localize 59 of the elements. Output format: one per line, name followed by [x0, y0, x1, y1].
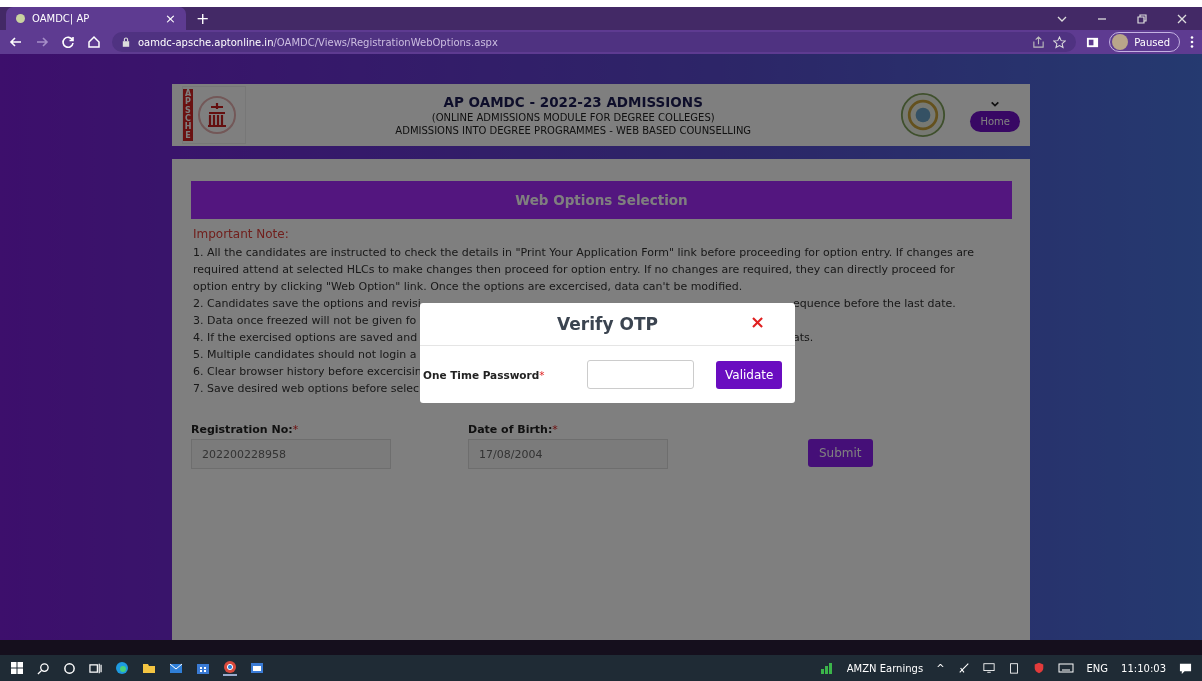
side-panel-icon[interactable] [1086, 35, 1100, 49]
stock-chart-icon [819, 661, 834, 675]
header-subtitle: (ONLINE ADMISSIONS MODULE FOR DEGREE COLLEGES) [430, 112, 716, 123]
keyboard-icon[interactable] [1057, 662, 1074, 674]
store-icon[interactable] [196, 661, 210, 675]
address-text: oamdc-apsche.aptonline.in/OAMDC/Views/RegistrationWebOptions.aspx [138, 36, 498, 48]
header-title: AP OAMDC - 2022-23 ADMISSIONS [442, 94, 704, 110]
new-tab-button[interactable]: + [196, 9, 210, 28]
close-button[interactable]: × [749, 311, 765, 332]
folder-icon[interactable] [142, 661, 156, 675]
header-tagline: ADMISSIONS INTO DEGREE PROGRAMMES - WEB BASED COUNSELLING [394, 125, 753, 136]
monitor-icon[interactable] [982, 662, 995, 674]
note-text: 1. All the candidates are instructed to check the details in "Print Your Application Form" link before proceeding for option entry. If changes are required attend at selected HLCs to make changes then proceed for option entry. If no changes are required, they can directly proceed for option entry by clicking "Web Option" link. Once the options are excercised, data can't be modified. [192, 245, 975, 295]
note-text: 4. If the exercised options are saved and [193, 330, 416, 346]
notification-icon[interactable] [1179, 661, 1192, 675]
site-favicon-icon [16, 14, 25, 23]
share-icon[interactable] [1032, 35, 1046, 49]
forward-arrow-icon[interactable] [35, 35, 49, 49]
task-view-icon[interactable] [89, 661, 102, 675]
edge-browser-icon[interactable] [115, 661, 129, 675]
mail-icon[interactable] [169, 661, 183, 675]
tray-caret[interactable]: ^ [936, 662, 945, 674]
avatar-icon [1112, 34, 1129, 50]
search-icon[interactable] [37, 661, 50, 675]
star-icon[interactable] [1053, 35, 1067, 49]
state-emblem-icon [900, 92, 947, 138]
lock-icon [122, 37, 130, 47]
shield-icon[interactable] [1032, 662, 1045, 674]
address-bar[interactable]: oamdc-apsche.aptonline.in/OAMDC/Views/RegistrationWebOptions.aspx [112, 32, 1077, 52]
note-text: 5. Multiple candidates should not login a [193, 347, 416, 363]
note-text: equence before the last date. [793, 296, 957, 312]
circle-icon[interactable] [63, 661, 76, 675]
close-tab-button[interactable]: × [165, 11, 176, 26]
news-text[interactable]: AMZN Earnings [846, 662, 924, 674]
menu-icon[interactable] [1190, 35, 1194, 49]
tab-title: OAMDC| AP [32, 13, 91, 24]
note-heading: Important Note: [192, 227, 290, 241]
otp-input-field[interactable] [587, 360, 694, 389]
chrome-browser-icon[interactable] [223, 660, 237, 676]
browser-tab[interactable]: OAMDC| AP × [6, 7, 186, 30]
home-icon[interactable] [87, 35, 101, 49]
close-icon[interactable] [1176, 12, 1188, 25]
logo-letters: APSCHE [183, 88, 193, 142]
app-window-icon[interactable] [250, 661, 264, 675]
windows-start-icon[interactable] [10, 661, 24, 675]
field-label: Date of Birth:* [468, 423, 559, 436]
validate-button[interactable]: Validate [716, 360, 783, 389]
pillars-emblem-icon [197, 95, 237, 135]
language-indicator[interactable]: ENG [1086, 662, 1109, 674]
section-title: Web Options Selection [191, 181, 1012, 219]
field-label: One Time Password* [423, 368, 546, 381]
note-text: 3. Data once freezed will not be given fo [193, 313, 416, 329]
field-label: Registration No:* [191, 423, 300, 436]
dialog-title: Verify OTP [557, 314, 658, 334]
back-arrow-icon[interactable] [9, 35, 23, 49]
reload-icon[interactable] [61, 35, 75, 49]
restore-icon[interactable] [1136, 12, 1148, 25]
clock-text[interactable]: 11:10:03 [1121, 662, 1166, 674]
home-button[interactable]: Home [970, 110, 1020, 132]
